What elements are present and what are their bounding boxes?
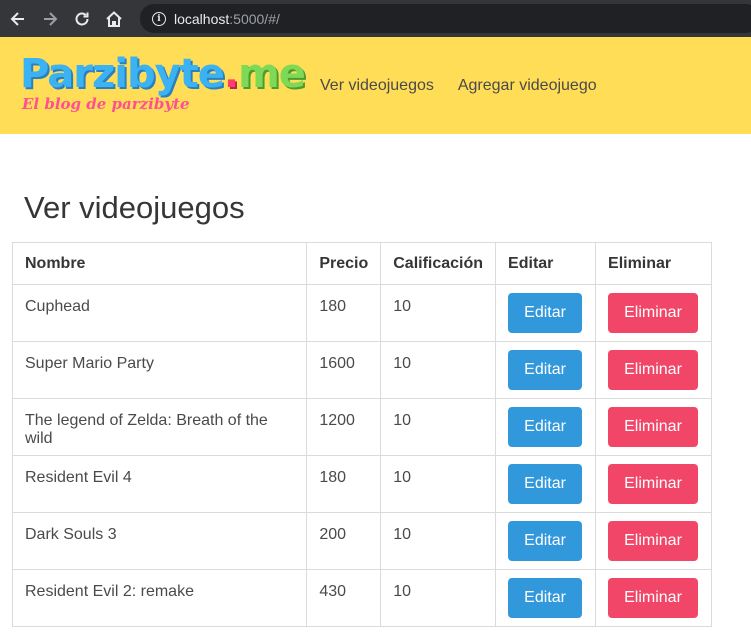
arrow-left-icon bbox=[10, 11, 24, 26]
cell-price: 180 bbox=[306, 455, 382, 513]
header-delete: Eliminar bbox=[595, 242, 712, 285]
cell-rating: 10 bbox=[380, 398, 497, 456]
header-rating: Calificación bbox=[380, 242, 497, 285]
table-row: Cuphead 180 10 Editar Eliminar bbox=[11, 284, 712, 342]
forward-button[interactable] bbox=[36, 5, 64, 33]
cell-price: 1600 bbox=[306, 341, 382, 399]
cell-edit: Editar bbox=[495, 398, 597, 456]
arrow-right-icon bbox=[44, 11, 58, 26]
delete-button[interactable]: Eliminar bbox=[608, 464, 699, 504]
table-row: Resident Evil 2: remake 430 10 Editar El… bbox=[11, 569, 712, 627]
url-path: :5000/#/ bbox=[229, 10, 280, 27]
cell-edit: Editar bbox=[495, 455, 597, 513]
games-table: Nombre Precio Calificación Editar Elimin… bbox=[11, 242, 712, 627]
cell-rating: 10 bbox=[380, 284, 497, 342]
table-row: Super Mario Party 1600 10 Editar Elimina… bbox=[11, 341, 712, 399]
cell-rating: 10 bbox=[380, 569, 497, 627]
cell-name: Dark Souls 3 bbox=[11, 512, 308, 570]
cell-rating: 10 bbox=[380, 341, 497, 399]
table-header-row: Nombre Precio Calificación Editar Elimin… bbox=[11, 242, 712, 285]
delete-button[interactable]: Eliminar bbox=[608, 578, 699, 618]
brand-name-part1: Parzibyte bbox=[20, 51, 225, 97]
cell-price: 430 bbox=[306, 569, 382, 627]
cell-rating: 10 bbox=[380, 512, 497, 570]
reload-icon bbox=[75, 12, 89, 25]
edit-button[interactable]: Editar bbox=[508, 350, 583, 390]
reload-button[interactable] bbox=[68, 5, 96, 33]
cell-name: Resident Evil 4 bbox=[11, 455, 308, 513]
back-button[interactable] bbox=[4, 5, 32, 33]
cell-price: 200 bbox=[306, 512, 382, 570]
edit-button[interactable]: Editar bbox=[508, 521, 583, 561]
site-navbar: Parzibyte.me El blog de parzibyte Ver vi… bbox=[0, 37, 751, 134]
home-button[interactable] bbox=[100, 5, 128, 33]
cell-rating: 10 bbox=[380, 455, 497, 513]
brand-name-part3: me bbox=[238, 51, 306, 97]
header-price: Precio bbox=[306, 242, 382, 285]
cell-delete: Eliminar bbox=[595, 455, 712, 513]
cell-delete: Eliminar bbox=[595, 284, 712, 342]
table-row: The legend of Zelda: Breath of the wild … bbox=[11, 398, 712, 456]
url-host: localhost bbox=[174, 10, 230, 27]
cell-name: The legend of Zelda: Breath of the wild bbox=[11, 398, 308, 456]
cell-edit: Editar bbox=[495, 512, 597, 570]
delete-button[interactable]: Eliminar bbox=[608, 521, 699, 561]
cell-name: Cuphead bbox=[11, 284, 308, 342]
cell-price: 180 bbox=[306, 284, 382, 342]
cell-name: Super Mario Party bbox=[11, 341, 308, 399]
nav-menu: Ver videojuegos Agregar videojuego bbox=[320, 77, 597, 95]
cell-edit: Editar bbox=[495, 569, 597, 627]
cell-delete: Eliminar bbox=[595, 398, 712, 456]
cell-edit: Editar bbox=[495, 341, 597, 399]
header-name: Nombre bbox=[11, 242, 308, 285]
delete-button[interactable]: Eliminar bbox=[608, 350, 699, 390]
browser-toolbar: i localhost:5000/#/ bbox=[0, 0, 751, 37]
page-title: Ver videojuegos bbox=[24, 190, 245, 225]
brand-tagline: El blog de parzibyte bbox=[22, 95, 190, 113]
cell-edit: Editar bbox=[495, 284, 597, 342]
header-edit: Editar bbox=[495, 242, 597, 285]
address-bar[interactable]: i localhost:5000/#/ bbox=[140, 4, 751, 33]
home-icon bbox=[106, 10, 122, 27]
table-row: Resident Evil 4 180 10 Editar Eliminar bbox=[11, 455, 712, 513]
table-row: Dark Souls 3 200 10 Editar Eliminar bbox=[11, 512, 712, 570]
brand-logo[interactable]: Parzibyte.me El blog de parzibyte bbox=[20, 51, 306, 119]
info-icon[interactable]: i bbox=[152, 11, 166, 26]
cell-delete: Eliminar bbox=[595, 569, 712, 627]
cell-name: Resident Evil 2: remake bbox=[11, 569, 308, 627]
brand-name: Parzibyte.me bbox=[20, 51, 306, 97]
edit-button[interactable]: Editar bbox=[508, 578, 583, 618]
edit-button[interactable]: Editar bbox=[508, 407, 583, 447]
cell-delete: Eliminar bbox=[595, 512, 712, 570]
brand-name-part2: . bbox=[223, 51, 239, 97]
delete-button[interactable]: Eliminar bbox=[608, 293, 699, 333]
edit-button[interactable]: Editar bbox=[508, 464, 583, 504]
delete-button[interactable]: Eliminar bbox=[608, 407, 699, 447]
cell-delete: Eliminar bbox=[595, 341, 712, 399]
cell-price: 1200 bbox=[306, 398, 382, 456]
nav-link-view-games[interactable]: Ver videojuegos bbox=[320, 77, 434, 95]
nav-link-add-game[interactable]: Agregar videojuego bbox=[458, 77, 597, 95]
edit-button[interactable]: Editar bbox=[508, 293, 583, 333]
